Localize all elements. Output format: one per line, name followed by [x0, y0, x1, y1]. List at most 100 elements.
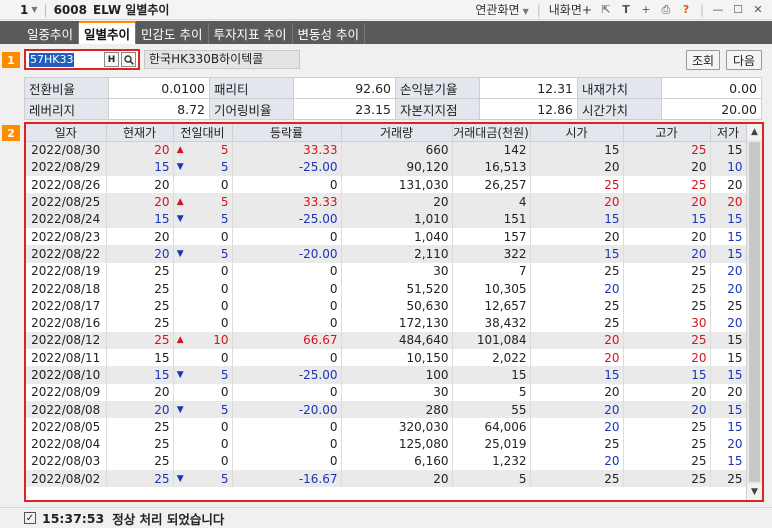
minimize-icon[interactable]: — [712, 3, 724, 16]
col-header-price[interactable]: 현재가 [106, 124, 174, 142]
scroll-thumb[interactable] [749, 142, 760, 482]
low-cell: 20 [710, 279, 747, 298]
query-button[interactable]: 조회 [686, 50, 720, 70]
table-row[interactable]: 2022/08/16 25 0 0 172,130 38,432 25 30 20 [26, 314, 747, 332]
col-header-change[interactable]: 전일대비 [173, 124, 233, 142]
my-screen-menu[interactable]: 내화면+ [549, 1, 592, 18]
rate-cell: 0 [232, 176, 342, 194]
no-change-icon [173, 453, 187, 470]
table-row[interactable]: 2022/08/17 25 0 0 50,630 12,657 25 25 25 [26, 297, 747, 315]
date-cell: 2022/08/05 [26, 418, 107, 436]
table-row[interactable]: 2022/08/02 25 ▼ 5 -16.67 20 5 25 25 25 [26, 470, 747, 488]
open-cell: 20 [530, 452, 624, 471]
table-row[interactable]: 2022/08/25 20 ▲ 5 33.33 20 4 20 20 20 [26, 193, 747, 211]
high-cell: 20 [623, 158, 711, 177]
change-cell: 0 [187, 435, 233, 453]
next-button[interactable]: 다음 [726, 50, 762, 70]
close-icon[interactable]: ✕ [752, 3, 764, 16]
col-header-low[interactable]: 저가 [710, 124, 747, 142]
history-button[interactable]: H [104, 52, 119, 67]
col-header-date[interactable]: 일자 [26, 124, 107, 142]
table-row[interactable]: 2022/08/19 25 0 0 30 7 25 25 20 [26, 262, 747, 280]
chevron-down-icon[interactable]: ▼ [31, 5, 37, 14]
up-arrow-icon: ▲ [173, 141, 187, 159]
volume-cell: 2,110 [341, 245, 453, 263]
search-icon[interactable] [121, 52, 136, 67]
table-row[interactable]: 2022/08/10 15 ▼ 5 -25.00 100 15 15 15 15 [26, 366, 747, 384]
tab-sensitivity-trend[interactable]: 민감도 추이 [136, 23, 209, 44]
code-input[interactable]: 57HK33 H [24, 49, 140, 70]
plus-icon[interactable]: + [640, 3, 652, 16]
rate-cell: 33.33 [232, 141, 342, 159]
price-cell: 20 [106, 245, 174, 263]
rate-cell: -20.00 [232, 245, 342, 263]
no-change-icon [173, 384, 187, 401]
amount-cell: 7 [452, 262, 531, 280]
tab-volatility-trend[interactable]: 변동성 추이 [293, 23, 365, 44]
open-cell: 15 [530, 245, 624, 263]
low-cell: 20 [710, 193, 747, 211]
window-number[interactable]: 1 [20, 3, 28, 17]
tab-daily-trend[interactable]: 일별추이 [79, 21, 137, 44]
change-cell: 5 [187, 400, 233, 419]
table-row[interactable]: 2022/08/22 20 ▼ 5 -20.00 2,110 322 15 20 15 [26, 245, 747, 263]
date-cell: 2022/08/26 [26, 176, 107, 194]
scroll-up-icon[interactable]: ▲ [747, 124, 762, 140]
table-row[interactable]: 2022/08/09 20 0 0 30 5 20 20 20 [26, 383, 747, 401]
price-cell: 20 [106, 176, 174, 194]
daily-trend-grid[interactable]: 일자 현재가 전일대비 등락률 거래량 거래대금(천원) 시가 고가 저가 20… [24, 122, 764, 502]
help-icon[interactable]: ? [680, 3, 692, 16]
no-change-icon [173, 418, 187, 435]
scroll-down-icon[interactable]: ▼ [747, 484, 762, 500]
volume-cell: 6,160 [341, 452, 453, 471]
table-row[interactable]: 2022/08/08 20 ▼ 5 -20.00 280 55 20 20 15 [26, 400, 747, 419]
tab-intraday-trend[interactable]: 일중추이 [22, 23, 80, 44]
status-time: 15:37:53 [42, 510, 105, 526]
amount-cell: 64,006 [452, 418, 531, 436]
table-row[interactable]: 2022/08/18 25 0 0 51,520 10,305 20 25 20 [26, 279, 747, 298]
open-cell: 20 [530, 193, 624, 211]
change-cell: 0 [187, 452, 233, 471]
col-header-volume[interactable]: 거래량 [341, 124, 453, 142]
col-header-rate[interactable]: 등락률 [232, 124, 342, 142]
change-cell: 0 [187, 349, 233, 367]
change-cell: 5 [187, 210, 233, 228]
item-name: 한국HK330B하이텍콜 [144, 50, 300, 69]
amount-cell: 4 [452, 193, 531, 211]
vertical-scrollbar[interactable]: ▲ ▼ [746, 124, 762, 500]
date-cell: 2022/08/23 [26, 227, 107, 246]
open-cell: 20 [530, 418, 624, 436]
high-cell: 20 [623, 383, 711, 401]
col-header-open[interactable]: 시가 [530, 124, 624, 142]
table-row[interactable]: 2022/08/04 25 0 0 125,080 25,019 25 25 20 [26, 435, 747, 453]
volume-cell: 172,130 [341, 314, 453, 332]
table-row[interactable]: 2022/08/12 25 ▲ 10 66.67 484,640 101,084 20 25 15 [26, 331, 747, 350]
table-row[interactable]: 2022/08/23 20 0 0 1,040 157 20 20 15 [26, 227, 747, 246]
date-cell: 2022/08/22 [26, 245, 107, 263]
high-cell: 25 [623, 452, 711, 471]
col-header-amount[interactable]: 거래대금(천원) [452, 124, 531, 142]
table-row[interactable]: 2022/08/30 20 ▲ 5 33.33 660 142 15 25 15 [26, 141, 747, 159]
table-row[interactable]: 2022/08/11 15 0 0 10,150 2,022 20 20 15 [26, 349, 747, 367]
font-icon[interactable]: T [620, 3, 632, 16]
maximize-icon[interactable]: ☐ [732, 3, 744, 16]
screen-code: 6008 [53, 2, 87, 17]
table-row[interactable]: 2022/08/24 15 ▼ 5 -25.00 1,010 151 15 15 15 [26, 210, 747, 228]
linked-screen-menu[interactable]: 연관화면 ▼ [475, 1, 528, 18]
screen-title: ELW 일별추이 [92, 3, 170, 17]
volume-cell: 20 [341, 470, 453, 488]
table-row[interactable]: 2022/08/26 20 0 0 131,030 26,257 25 25 20 [26, 176, 747, 194]
tab-investment-indicator-trend[interactable]: 투자지표 추이 [209, 23, 293, 44]
checkbox-icon[interactable]: ✓ [24, 512, 36, 524]
print-icon[interactable]: ⎙ [660, 3, 672, 17]
date-cell: 2022/08/18 [26, 279, 107, 298]
col-header-high[interactable]: 고가 [623, 124, 711, 142]
change-cell: 5 [187, 470, 233, 488]
table-row[interactable]: 2022/08/03 25 0 0 6,160 1,232 20 25 15 [26, 452, 747, 471]
table-row[interactable]: 2022/08/29 15 ▼ 5 -25.00 90,120 16,513 20 20 10 [26, 158, 747, 177]
table-row[interactable]: 2022/08/05 25 0 0 320,030 64,006 20 25 15 [26, 418, 747, 436]
volume-cell: 660 [341, 141, 453, 159]
date-cell: 2022/08/08 [26, 400, 107, 419]
high-cell: 25 [623, 141, 711, 159]
link-icon[interactable]: ⇱ [600, 3, 612, 16]
